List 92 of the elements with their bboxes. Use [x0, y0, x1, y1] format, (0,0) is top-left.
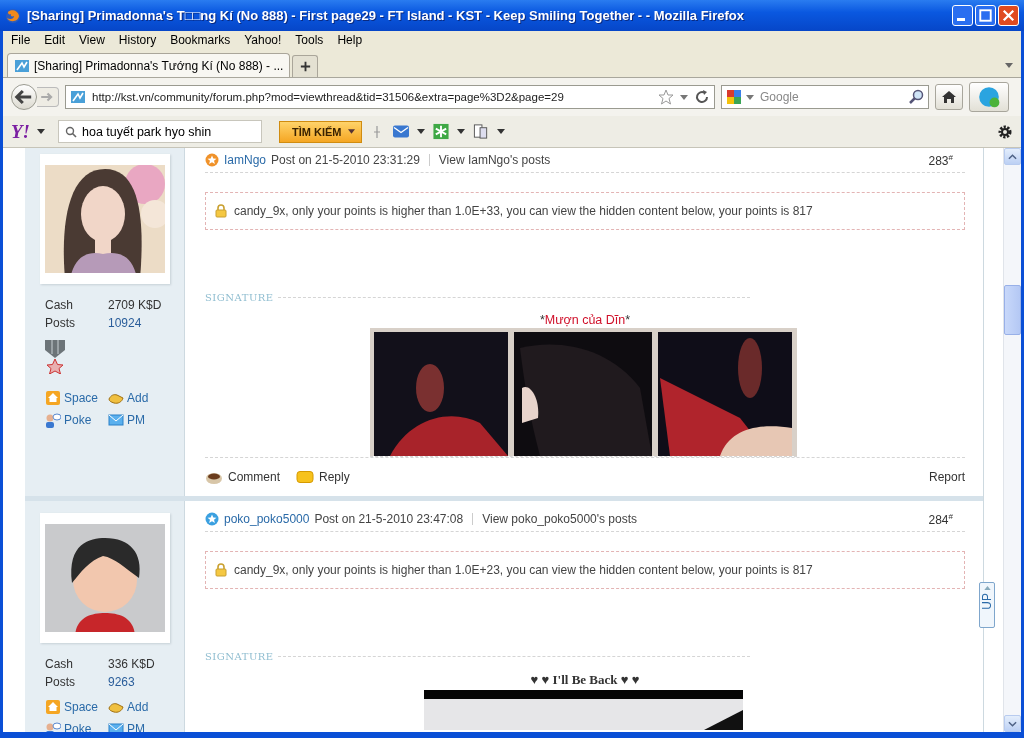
- yahoo-logo[interactable]: Y!: [11, 120, 30, 143]
- menu-item[interactable]: History: [118, 33, 157, 47]
- search-text: hoa tuyết park hyo shin: [82, 124, 212, 139]
- menu-item[interactable]: Yahoo!: [244, 33, 282, 47]
- chat-button[interactable]: [969, 82, 1009, 112]
- search-field[interactable]: Google: [758, 89, 904, 105]
- up-chevron-icon: [1008, 153, 1017, 160]
- scroll-up-button[interactable]: UP: [979, 582, 995, 628]
- signature-title: ♥ ♥ I'll Be Back ♥ ♥: [529, 672, 641, 688]
- minimize-icon: [957, 18, 965, 21]
- caret-icon[interactable]: [1005, 63, 1013, 68]
- stat-label: Posts: [45, 316, 76, 330]
- lock-icon: [214, 563, 228, 577]
- post-action[interactable]: Reply: [296, 468, 350, 486]
- back-button[interactable]: [11, 84, 37, 110]
- profile-link[interactable]: Space: [45, 699, 108, 715]
- stat-link[interactable]: 9263: [108, 675, 184, 689]
- signature-label: SIGNATURE: [205, 292, 274, 303]
- stat-value: 336 K$D: [108, 657, 156, 671]
- book-icon[interactable]: [471, 123, 490, 140]
- menu-item[interactable]: Help: [337, 33, 363, 47]
- signature-label: SIGNATURE: [205, 651, 274, 662]
- browser-tab[interactable]: [Sharing] Primadonna's Tướng Kí (No 888) - ...: [7, 53, 291, 77]
- reload-icon[interactable]: [694, 89, 710, 105]
- scroll-thumb[interactable]: [1004, 285, 1021, 335]
- post-number[interactable]: 283$^{#}$: [928, 152, 953, 168]
- menu-item[interactable]: Edit: [44, 33, 66, 47]
- site-icon: [70, 89, 86, 105]
- signature-title: *Mượn của Dĩn*: [538, 313, 632, 327]
- menu-item[interactable]: File: [11, 33, 31, 47]
- profile-link[interactable]: Add: [108, 390, 184, 406]
- house-icon: [45, 390, 61, 406]
- tab-title: [Sharing] Primadonna's Tướng Kí (No 888) - ...: [34, 58, 284, 73]
- stat-link[interactable]: 10924: [108, 316, 184, 330]
- stat-label: Cash: [45, 657, 74, 671]
- home-button[interactable]: [935, 84, 963, 110]
- view-posts-link[interactable]: View poko_poko5000's posts: [482, 512, 638, 526]
- maximize-icon: [976, 6, 995, 25]
- person-icon: [45, 412, 61, 428]
- author-link[interactable]: poko_poko5000: [224, 512, 310, 526]
- plus-icon: [298, 60, 312, 73]
- profile-link[interactable]: Poke: [45, 412, 108, 428]
- post-number[interactable]: 284$^{#}$: [928, 511, 953, 527]
- maximize-button[interactable]: [975, 5, 996, 26]
- report-link[interactable]: Report: [928, 470, 965, 484]
- post-date: Post on 21-5-2010 23:31:29: [271, 153, 420, 167]
- settings-icon[interactable]: [997, 123, 1013, 140]
- house-icon: [45, 699, 61, 715]
- up-arrow-icon: [983, 586, 991, 590]
- star-icon[interactable]: [658, 89, 674, 105]
- caret-icon: [347, 129, 355, 134]
- caret-icon[interactable]: [37, 129, 45, 134]
- envelope-icon: [108, 412, 124, 428]
- search-field[interactable]: hoa tuyết park hyo shin: [58, 120, 262, 143]
- menu-item[interactable]: View: [79, 33, 105, 47]
- caret-icon[interactable]: [416, 129, 425, 134]
- lock-icon: [214, 204, 228, 218]
- post-date: Post on 21-5-2010 23:47:08: [314, 512, 464, 526]
- search-icon[interactable]: [908, 89, 924, 105]
- google-icon[interactable]: [726, 89, 742, 105]
- caret-icon[interactable]: [496, 129, 505, 134]
- profile-link[interactable]: Space: [45, 390, 108, 406]
- menu-item[interactable]: Tools: [295, 33, 324, 47]
- stat-value: 2709 K$D: [108, 298, 163, 312]
- mail-icon[interactable]: [391, 123, 410, 140]
- globe-icon: [5, 7, 21, 24]
- stat-label: Posts: [45, 675, 76, 689]
- post-action[interactable]: Comment: [205, 468, 280, 486]
- search-button[interactable]: TÌM KIẾM: [279, 120, 362, 143]
- asterisk-icon[interactable]: [431, 123, 450, 140]
- address-field[interactable]: http://kst.vn/community/forum.php?mod=viewthread&tid=31506&extra=page%3D2&page=29: [65, 85, 715, 109]
- down-chevron-icon: [1008, 720, 1017, 727]
- close-button[interactable]: [998, 5, 1019, 26]
- scrollbar[interactable]: [1003, 148, 1021, 732]
- profile-link[interactable]: PM: [108, 412, 184, 428]
- speech-bubble-icon: [296, 468, 314, 486]
- stat-label: Cash: [45, 298, 74, 312]
- notice-text: candy_9x, only your points is higher than 1.0E+33, you can view the hidden content below, your points is 817: [234, 204, 813, 218]
- caret-icon[interactable]: [456, 129, 465, 134]
- site-icon: [14, 57, 30, 74]
- chat-icon: [977, 85, 1001, 109]
- menu-item[interactable]: Bookmarks: [170, 33, 231, 47]
- view-posts-link[interactable]: View IamNgo's posts: [438, 153, 551, 167]
- search-icon: [65, 125, 77, 138]
- profile-link[interactable]: Add: [108, 699, 184, 715]
- window-title: [Sharing] Primadonna's T□□ng Kí (No 888) - First page29 - FT Island - KST - Keep Smiling Together - - Mozilla Firefox: [27, 8, 745, 23]
- minimize-button[interactable]: [952, 5, 973, 26]
- new-tab-button[interactable]: [292, 55, 319, 77]
- author-link[interactable]: IamNgo: [224, 153, 267, 167]
- notice-text: candy_9x, only your points is higher than 1.0E+23, you can view the hidden content below, your points is 817: [234, 563, 813, 577]
- search-bar[interactable]: Google: [721, 85, 929, 109]
- home-icon: [941, 89, 957, 105]
